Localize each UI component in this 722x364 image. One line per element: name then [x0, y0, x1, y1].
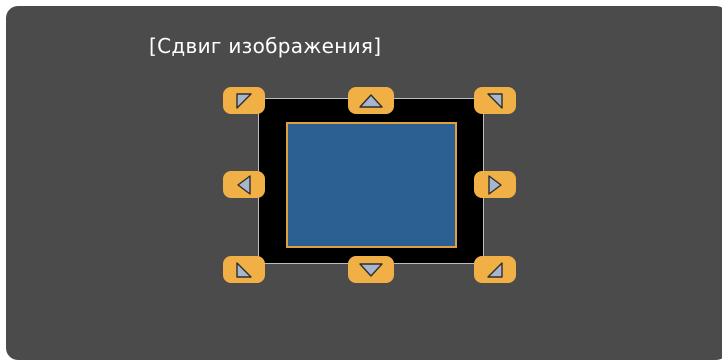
arrow-up-left-icon	[236, 92, 252, 109]
dialog-title: [Сдвиг изображения]	[149, 34, 382, 58]
shift-down-left-button[interactable]	[223, 256, 265, 283]
projected-image-area	[286, 122, 457, 248]
shift-down-right-button[interactable]	[474, 256, 516, 283]
arrow-down-right-icon	[487, 261, 503, 278]
arrow-left-icon	[237, 174, 251, 195]
shift-left-button[interactable]	[223, 171, 265, 198]
arrow-up-icon	[359, 93, 383, 108]
arrow-down-icon	[359, 262, 383, 277]
shift-up-right-button[interactable]	[474, 87, 516, 114]
arrow-down-left-icon	[236, 261, 252, 278]
shift-down-button[interactable]	[348, 256, 394, 283]
arrow-right-icon	[488, 174, 502, 195]
shift-up-left-button[interactable]	[223, 87, 265, 114]
shift-right-button[interactable]	[474, 171, 516, 198]
shift-up-button[interactable]	[348, 87, 394, 114]
arrow-up-right-icon	[487, 92, 503, 109]
